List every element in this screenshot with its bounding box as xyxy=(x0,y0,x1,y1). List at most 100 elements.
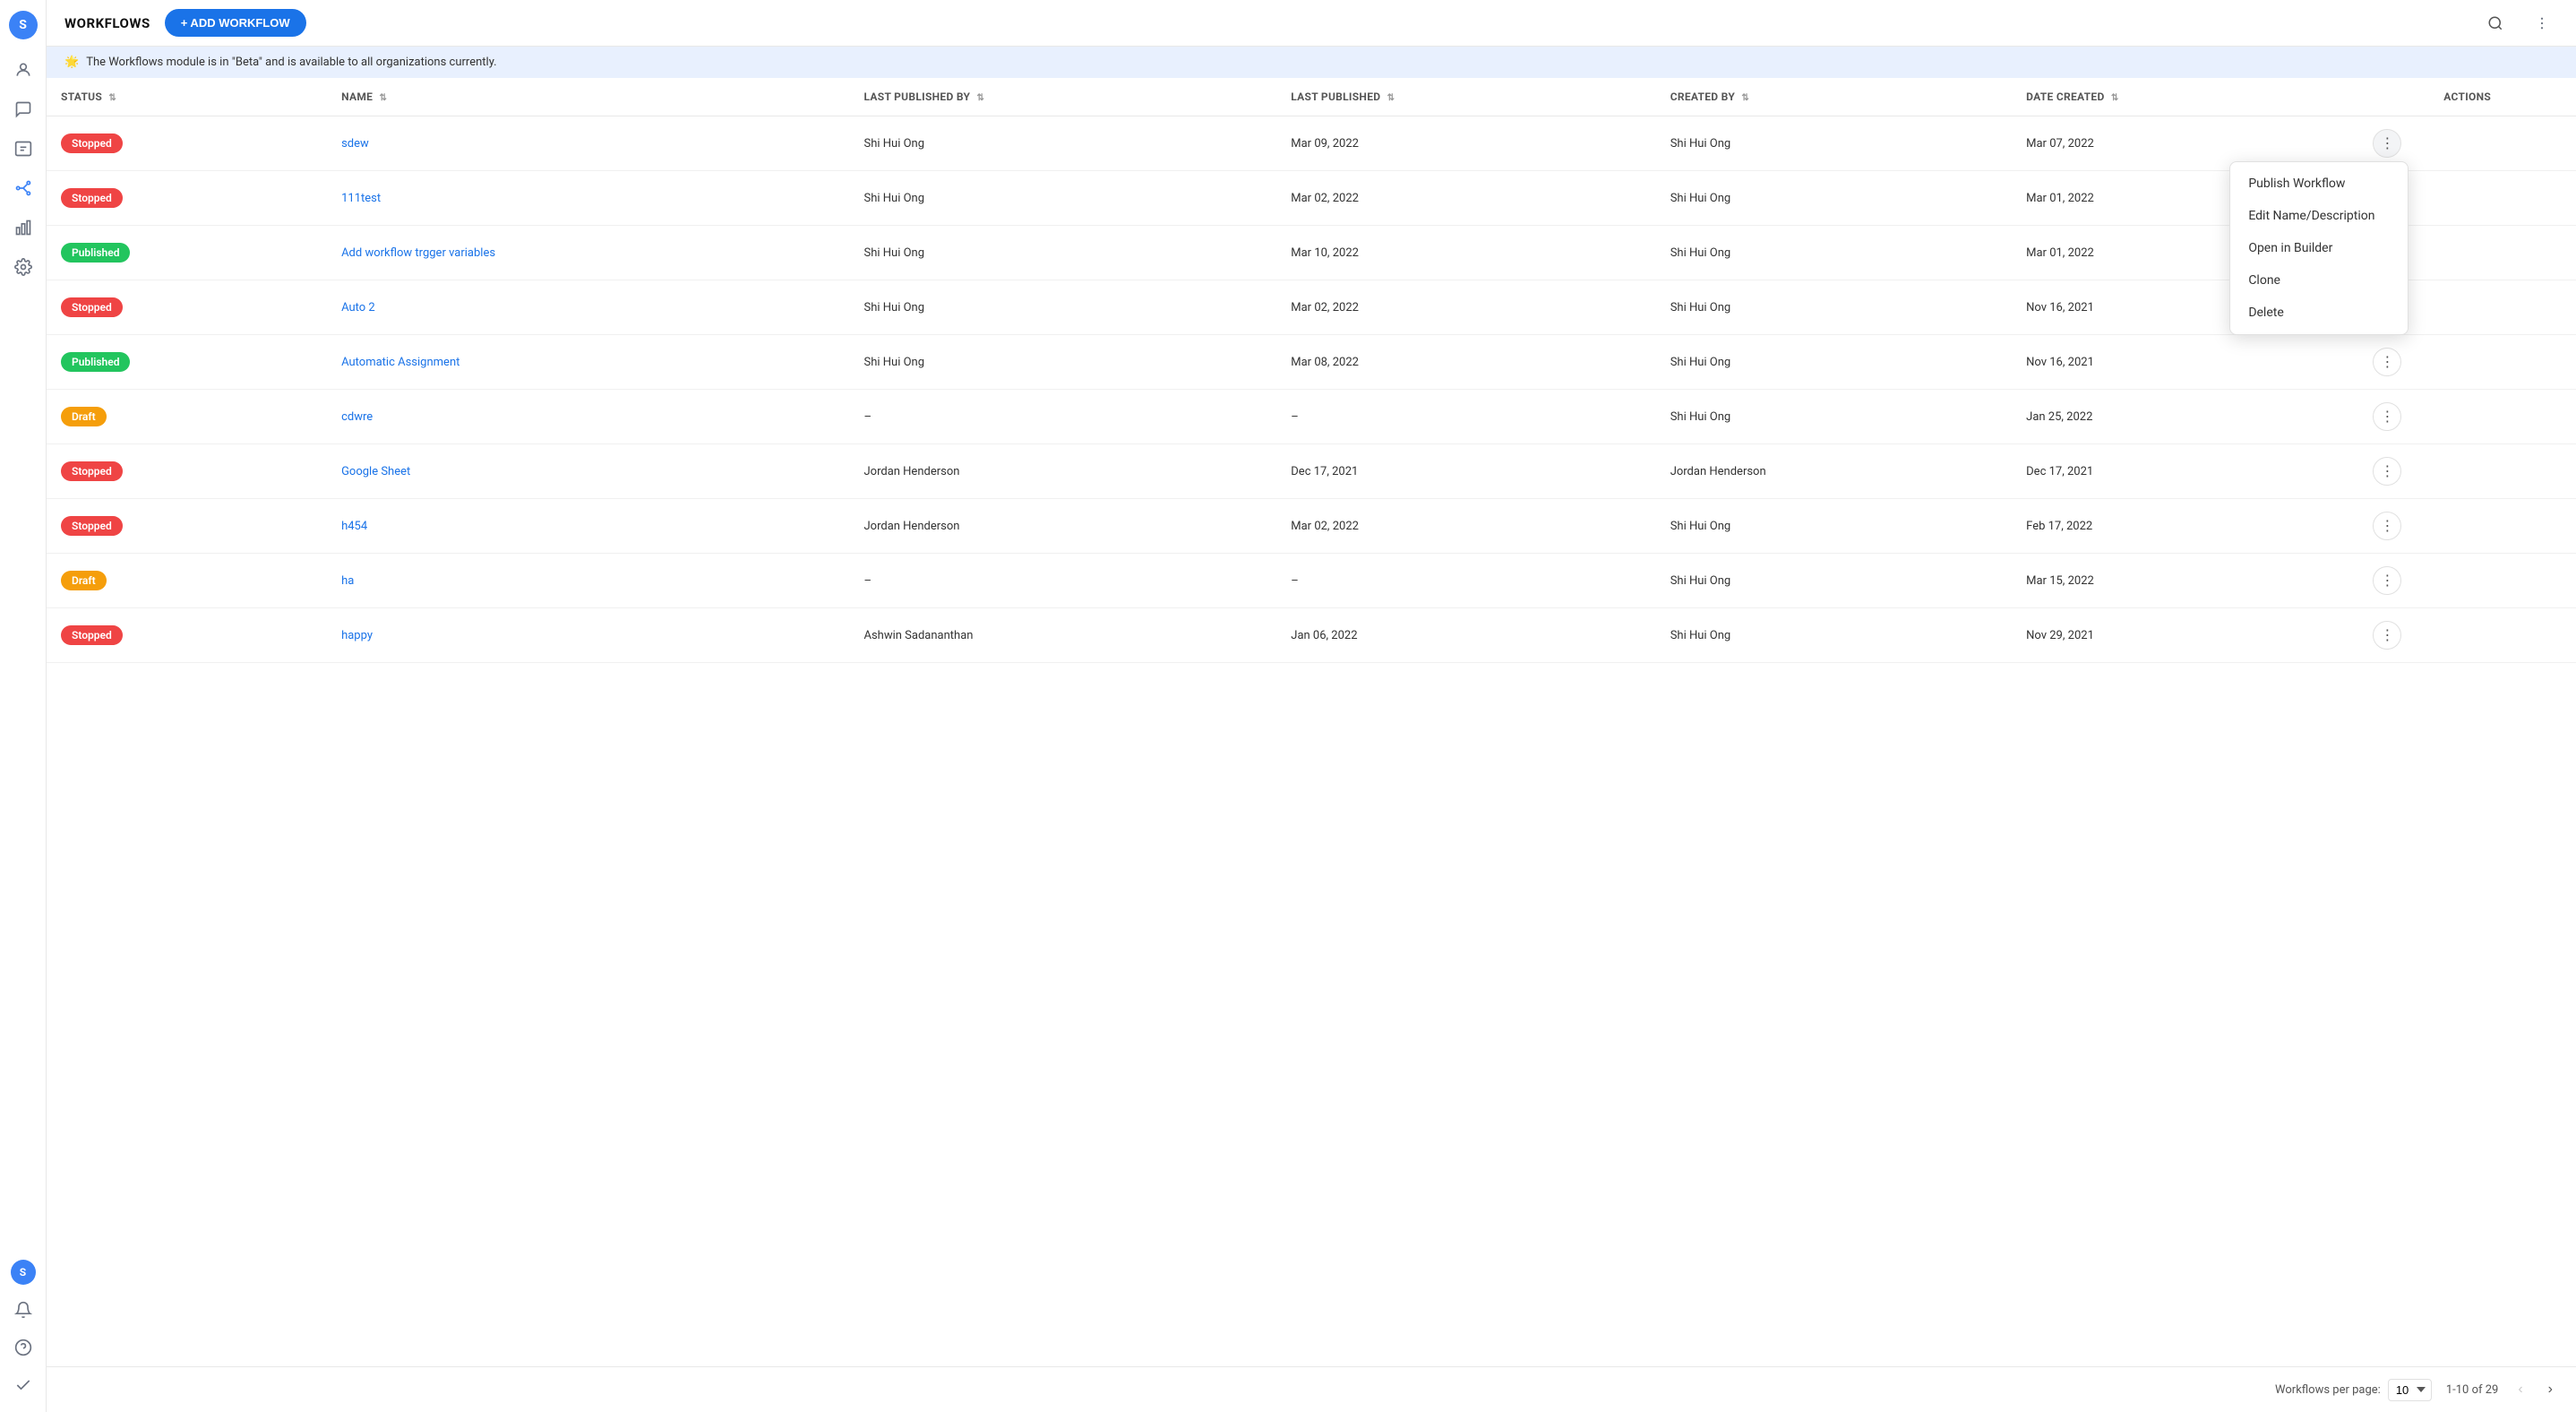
workflow-name-link-6[interactable]: cdwre xyxy=(341,410,373,424)
search-icon[interactable] xyxy=(2479,7,2512,39)
cell-name-10: happy xyxy=(327,608,849,663)
cell-last-published-5: Mar 08, 2022 xyxy=(1276,335,1655,390)
status-badge-7: Stopped xyxy=(61,461,123,481)
cell-last-published-2: Mar 02, 2022 xyxy=(1276,171,1655,226)
cell-created-by-6: Shi Hui Ong xyxy=(1656,390,2012,444)
actions-button-10[interactable]: ⋮ xyxy=(2373,621,2401,650)
cell-actions-8: ⋮ xyxy=(2358,499,2576,554)
dropdown-item-delete[interactable]: Delete xyxy=(2230,297,2408,329)
cell-status-2: Stopped xyxy=(47,171,327,226)
cell-last-published-by-4: Shi Hui Ong xyxy=(849,280,1276,335)
cell-last-published-by-2: Shi Hui Ong xyxy=(849,171,1276,226)
cell-actions-6: ⋮ xyxy=(2358,390,2576,444)
sidebar-icon-checkmark[interactable] xyxy=(7,1369,39,1401)
cell-date-created-10: Nov 29, 2021 xyxy=(2012,608,2358,663)
cell-created-by-4: Shi Hui Ong xyxy=(1656,280,2012,335)
pagination-prev-button[interactable]: ‹ xyxy=(2512,1378,2528,1401)
workflow-name-link-2[interactable]: 111test xyxy=(341,192,381,205)
cell-last-published-10: Jan 06, 2022 xyxy=(1276,608,1655,663)
table-row: Published Automatic Assignment Shi Hui O… xyxy=(47,335,2576,390)
workflow-name-link-7[interactable]: Google Sheet xyxy=(341,465,410,478)
workflow-name-link-4[interactable]: Auto 2 xyxy=(341,301,375,314)
table-row: Stopped Auto 2 Shi Hui Ong Mar 02, 2022 … xyxy=(47,280,2576,335)
table-row: Stopped 111test Shi Hui Ong Mar 02, 2022… xyxy=(47,171,2576,226)
cell-created-by-8: Shi Hui Ong xyxy=(1656,499,2012,554)
cell-created-by-5: Shi Hui Ong xyxy=(1656,335,2012,390)
sidebar-icon-contacts[interactable] xyxy=(7,133,39,165)
cell-created-by-9: Shi Hui Ong xyxy=(1656,554,2012,608)
workflow-name-link-10[interactable]: happy xyxy=(341,629,373,642)
per-page-label: Workflows per page: xyxy=(2275,1383,2381,1397)
cell-status-1: Stopped xyxy=(47,116,327,171)
col-last-published-by[interactable]: LAST PUBLISHED BY ⇅ xyxy=(849,78,1276,116)
table-header: STATUS ⇅ NAME ⇅ LAST PUBLISHED BY ⇅ LAST… xyxy=(47,78,2576,116)
actions-button-1[interactable]: ⋮ xyxy=(2373,129,2401,158)
sort-icon-name: ⇅ xyxy=(379,93,387,103)
user-avatar[interactable]: S xyxy=(9,11,38,39)
sidebar-icon-chat[interactable] xyxy=(7,93,39,125)
footer: Workflows per page: 10 25 50 1-10 of 29 … xyxy=(47,1366,2576,1412)
header: WORKFLOWS + ADD WORKFLOW xyxy=(47,0,2576,47)
cell-status-5: Published xyxy=(47,335,327,390)
status-badge-4: Stopped xyxy=(61,297,123,317)
dropdown-item-clone[interactable]: Clone xyxy=(2230,264,2408,297)
sidebar-icon-workflows[interactable] xyxy=(7,172,39,204)
table-row: Stopped sdew Shi Hui Ong Mar 09, 2022 Sh… xyxy=(47,116,2576,171)
dropdown-item-edit[interactable]: Edit Name/Description xyxy=(2230,200,2408,232)
cell-name-2: 111test xyxy=(327,171,849,226)
sidebar-icon-help[interactable] xyxy=(7,1331,39,1364)
workflow-name-link-3[interactable]: Add workflow trgger variables xyxy=(341,246,495,260)
cell-name-9: ha xyxy=(327,554,849,608)
status-badge-3: Published xyxy=(61,243,130,263)
cell-last-published-3: Mar 10, 2022 xyxy=(1276,226,1655,280)
add-workflow-button[interactable]: + ADD WORKFLOW xyxy=(165,9,306,37)
actions-button-7[interactable]: ⋮ xyxy=(2373,457,2401,486)
sidebar-icon-avatar-user[interactable]: S xyxy=(7,1256,39,1288)
col-date-created[interactable]: DATE CREATED ⇅ xyxy=(2012,78,2358,116)
table-row: Published Add workflow trgger variables … xyxy=(47,226,2576,280)
cell-name-6: cdwre xyxy=(327,390,849,444)
cell-last-published-by-8: Jordan Henderson xyxy=(849,499,1276,554)
actions-button-9[interactable]: ⋮ xyxy=(2373,566,2401,595)
cell-name-4: Auto 2 xyxy=(327,280,849,335)
sidebar-icon-settings[interactable] xyxy=(7,251,39,283)
col-name[interactable]: NAME ⇅ xyxy=(327,78,849,116)
cell-last-published-8: Mar 02, 2022 xyxy=(1276,499,1655,554)
actions-button-5[interactable]: ⋮ xyxy=(2373,348,2401,376)
actions-button-8[interactable]: ⋮ xyxy=(2373,512,2401,540)
cell-name-8: h454 xyxy=(327,499,849,554)
workflow-name-link-5[interactable]: Automatic Assignment xyxy=(341,356,459,369)
col-last-published[interactable]: LAST PUBLISHED ⇅ xyxy=(1276,78,1655,116)
workflow-name-link-9[interactable]: ha xyxy=(341,574,354,588)
actions-button-6[interactable]: ⋮ xyxy=(2373,402,2401,431)
status-badge-2: Stopped xyxy=(61,188,123,208)
pagination-next-button[interactable]: › xyxy=(2543,1378,2558,1401)
sort-icon-last-published: ⇅ xyxy=(1387,93,1395,103)
workflows-table: STATUS ⇅ NAME ⇅ LAST PUBLISHED BY ⇅ LAST… xyxy=(47,78,2576,663)
header-left: WORKFLOWS + ADD WORKFLOW xyxy=(64,9,306,37)
workflow-name-link-1[interactable]: sdew xyxy=(341,137,369,151)
dropdown-item-publish[interactable]: Publish Workflow xyxy=(2230,168,2408,200)
cell-actions-9: ⋮ xyxy=(2358,554,2576,608)
status-badge-5: Published xyxy=(61,352,130,372)
per-page-select[interactable]: 10 25 50 xyxy=(2388,1379,2432,1401)
col-created-by[interactable]: CREATED BY ⇅ xyxy=(1656,78,2012,116)
sidebar-icon-notifications[interactable] xyxy=(7,1294,39,1326)
cell-last-published-by-1: Shi Hui Ong xyxy=(849,116,1276,171)
sidebar-icon-user[interactable] xyxy=(7,54,39,86)
pagination-info: 1-10 of 29 xyxy=(2446,1383,2499,1397)
cell-name-7: Google Sheet xyxy=(327,444,849,499)
cell-actions-7: ⋮ xyxy=(2358,444,2576,499)
cell-status-6: Draft xyxy=(47,390,327,444)
cell-name-5: Automatic Assignment xyxy=(327,335,849,390)
beta-icon: 🌟 xyxy=(64,56,79,69)
cell-last-published-7: Dec 17, 2021 xyxy=(1276,444,1655,499)
col-status[interactable]: STATUS ⇅ xyxy=(47,78,327,116)
cell-actions-10: ⋮ xyxy=(2358,608,2576,663)
sidebar-icon-reports[interactable] xyxy=(7,211,39,244)
header-more-icon[interactable] xyxy=(2526,7,2558,39)
cell-last-published-by-6: – xyxy=(849,390,1276,444)
workflow-name-link-8[interactable]: h454 xyxy=(341,520,367,533)
dropdown-item-open_builder[interactable]: Open in Builder xyxy=(2230,232,2408,264)
table-row: Stopped happy Ashwin Sadananthan Jan 06,… xyxy=(47,608,2576,663)
